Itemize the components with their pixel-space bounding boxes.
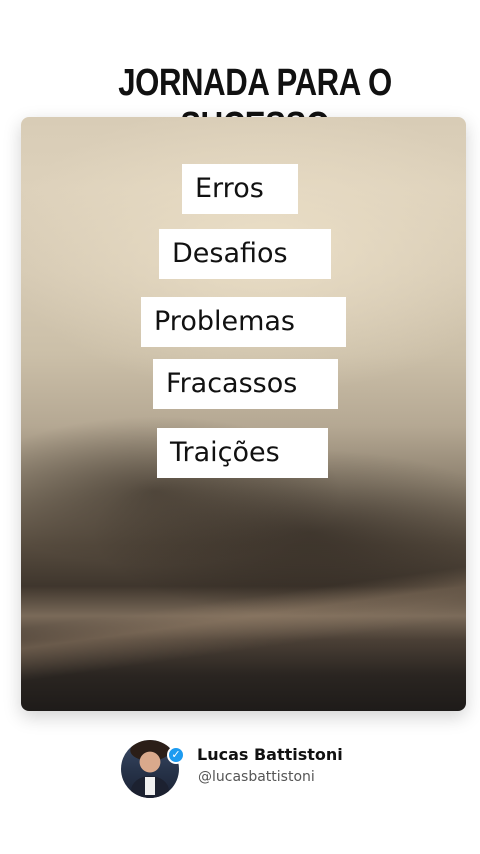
author-card[interactable]: ✓ Lucas Battistoni @lucasbattistoni: [121, 740, 381, 798]
tag-desafios: Desafios: [159, 229, 331, 279]
tag-problemas: Problemas: [141, 297, 346, 347]
tag-traicoes: Traições: [157, 428, 328, 478]
tag-fracassos: Fracassos: [153, 359, 338, 409]
avatar-shirt-shape: [145, 777, 155, 795]
author-handle[interactable]: @lucasbattistoni: [198, 769, 315, 785]
tag-erros: Erros: [182, 164, 298, 214]
verified-check-icon: ✓: [167, 746, 185, 764]
author-name[interactable]: Lucas Battistoni: [197, 745, 343, 764]
